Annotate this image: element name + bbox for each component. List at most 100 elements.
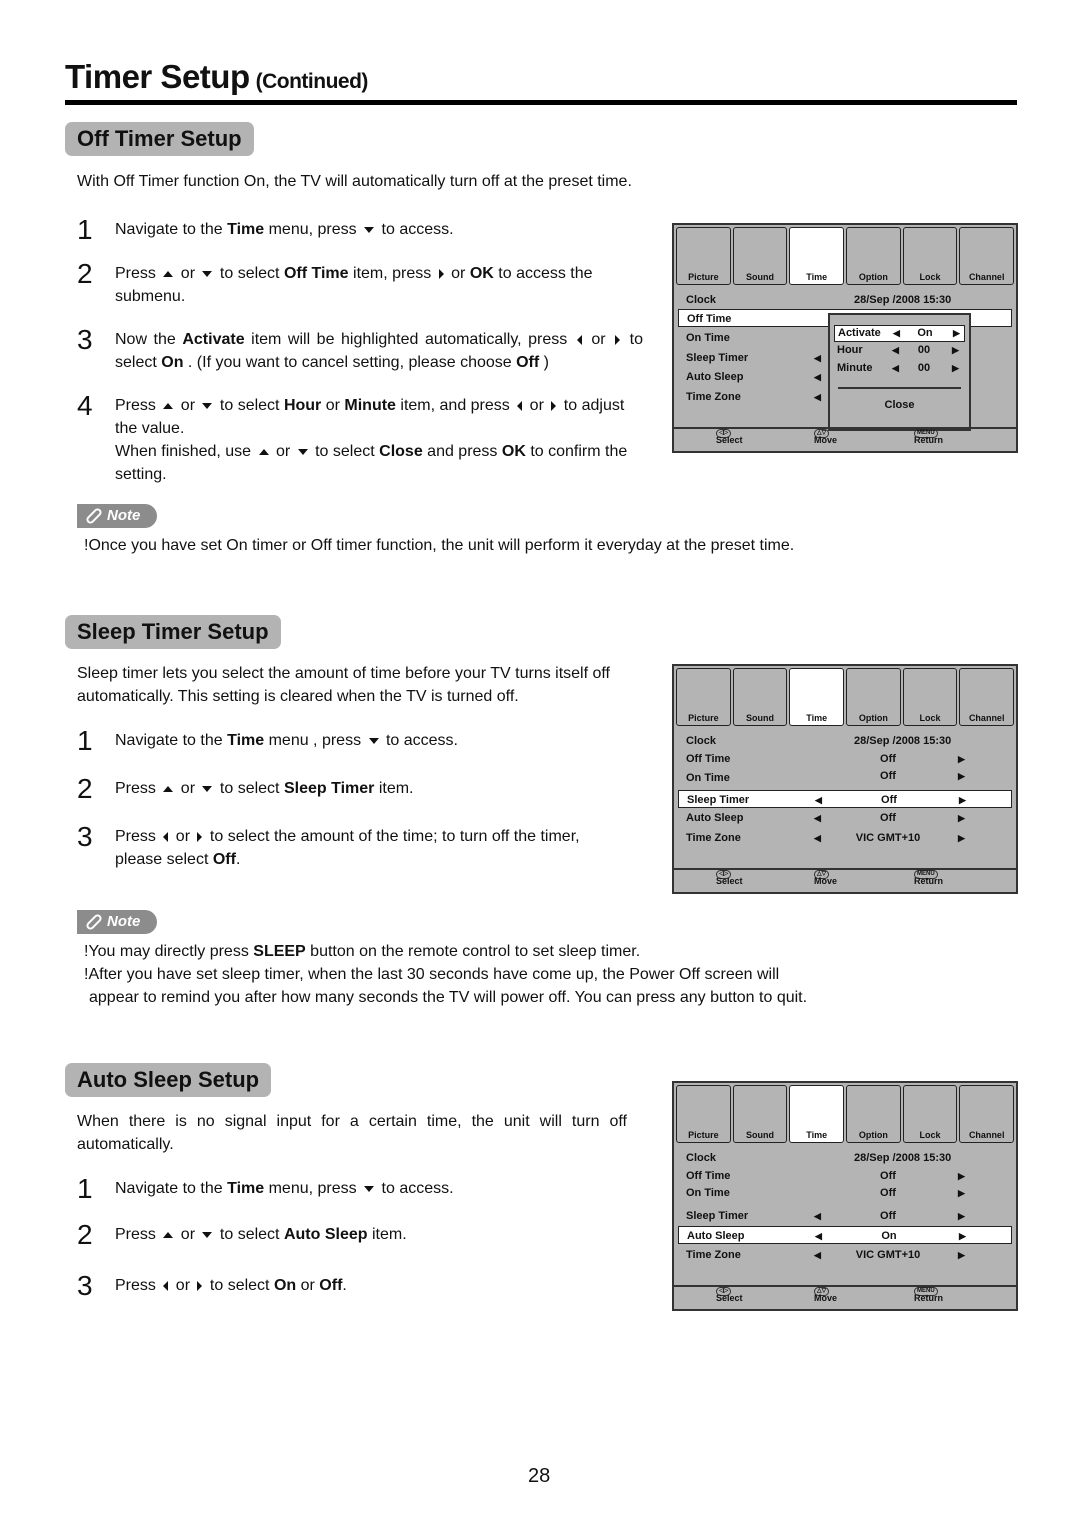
up-arrow-icon xyxy=(163,1231,174,1238)
tab-picture[interactable]: Picture xyxy=(676,668,731,726)
step-text: Press or to select Sleep Timer item. xyxy=(115,780,414,797)
off-timer-step-1: 1 Navigate to the Time menu, press to ac… xyxy=(65,216,655,244)
left-arrow-icon xyxy=(576,334,582,345)
down-arrow-icon xyxy=(202,402,213,409)
menu-row-time-zone[interactable]: Time Zone ◀ VIC GMT+10 ▶ xyxy=(678,1246,1012,1264)
left-arrow-icon xyxy=(163,1280,169,1291)
off-timer-step-3: 3 Now the Activate item will be highligh… xyxy=(65,326,655,374)
menu-row-auto-sleep[interactable]: Auto Sleep ◀ On ▶ xyxy=(678,1226,1012,1244)
tab-picture[interactable]: Picture xyxy=(676,1085,731,1143)
step-number: 2 xyxy=(77,258,93,289)
tab-channel[interactable]: Channel xyxy=(959,668,1015,726)
left-arrow-icon[interactable]: ◀ xyxy=(814,349,821,367)
page-title-suffix: (Continued) xyxy=(255,70,369,93)
tab-sound[interactable]: Sound xyxy=(732,227,788,285)
off-timer-step-4: 4 Press or to select Hour or Minute item… xyxy=(65,392,655,486)
tab-sound[interactable]: Sound xyxy=(732,668,788,726)
tab-channel[interactable]: Channel xyxy=(959,1085,1015,1143)
right-arrow-icon: ▶ xyxy=(958,754,965,764)
menu-row-clock[interactable]: Clock 28/Sep /2008 15:30 xyxy=(678,1149,1012,1167)
tab-option[interactable]: Option xyxy=(846,227,901,285)
page-title-text: Timer Setup xyxy=(65,58,250,95)
step-text: Press or to select Off Time item, press … xyxy=(115,265,593,305)
sleep-timer-step-3: 3 Press or to select the amount of the t… xyxy=(65,823,655,871)
step-number: 3 xyxy=(77,324,93,355)
menu-row-clock[interactable]: Clock 28/Sep /2008 15:30 xyxy=(678,291,1012,309)
step-number: 2 xyxy=(77,1219,93,1250)
menu-footer: ◁▷ Select △▽ Move MENU Return xyxy=(674,427,1016,451)
tab-option[interactable]: Option xyxy=(846,1085,901,1143)
submenu-close-button[interactable]: Close xyxy=(830,399,969,411)
left-arrow-icon: ◀ xyxy=(892,363,899,373)
tab-time[interactable]: Time xyxy=(789,1085,845,1143)
menu-row-on-time[interactable]: On Time Off ▶ xyxy=(678,767,1012,785)
off-time-submenu: Activate ◀ On ▶ Hour ◀ 00 ▶ Minute ◀ 00 ▶ Close xyxy=(828,313,971,431)
off-timer-note: !Once you have set On timer or Off timer… xyxy=(84,537,795,554)
sleep-timer-note-1: !You may directly press SLEEP button on … xyxy=(84,943,641,960)
right-arrow-icon xyxy=(438,268,444,279)
tab-picture[interactable]: Picture xyxy=(676,227,731,285)
right-arrow-icon: ▶ xyxy=(952,345,959,355)
auto-sleep-step-1: 1 Navigate to the Time menu, press to ac… xyxy=(65,1175,655,1203)
menu-row-clock[interactable]: Clock 28/Sep /2008 15:30 xyxy=(678,732,1012,750)
step-number: 1 xyxy=(77,214,93,245)
tv-menu-auto-sleep: Picture Sound Time Option Lock Channel C… xyxy=(672,1081,1018,1311)
tv-menu-sleep-timer: Picture Sound Time Option Lock Channel C… xyxy=(672,664,1018,894)
down-arrow-icon xyxy=(364,226,375,233)
sleep-timer-step-1: 1 Navigate to the Time menu , press to a… xyxy=(65,727,655,755)
tab-option[interactable]: Option xyxy=(846,668,901,726)
left-arrow-icon[interactable]: ◀ xyxy=(814,388,821,406)
menu-row-sleep-timer[interactable]: Sleep Timer ◀ Off ▶ xyxy=(678,790,1012,808)
note-badge: Note xyxy=(77,504,157,528)
menu-row-time-zone[interactable]: Time Zone ◀ VIC GMT+10 ▶ xyxy=(678,829,1012,847)
title-rule xyxy=(65,100,1017,105)
step-number: 3 xyxy=(77,821,93,852)
right-arrow-icon: ▶ xyxy=(953,328,960,338)
menu-row-off-time[interactable]: Off Time Off ▶ xyxy=(678,1167,1012,1185)
left-arrow-icon[interactable]: ◀ xyxy=(814,368,821,386)
left-arrow-icon: ◀ xyxy=(893,328,900,338)
submenu-row-minute[interactable]: Minute ◀ 00 ▶ xyxy=(834,361,965,378)
sleep-timer-intro: Sleep timer lets you select the amount o… xyxy=(77,665,610,705)
step-text: Press or to select the amount of the tim… xyxy=(115,828,580,868)
left-arrow-icon: ◀ xyxy=(892,345,899,355)
sleep-timer-step-2: 2 Press or to select Sleep Timer item. xyxy=(65,775,655,803)
submenu-row-hour[interactable]: Hour ◀ 00 ▶ xyxy=(834,343,965,360)
auto-sleep-intro: When there is no signal input for a cert… xyxy=(77,1113,627,1153)
right-arrow-icon xyxy=(615,334,621,345)
step-number: 4 xyxy=(77,390,93,421)
off-timer-step-2: 2 Press or to select Off Time item, pres… xyxy=(65,260,655,308)
step-number: 1 xyxy=(77,1173,93,1204)
right-arrow-icon: ▶ xyxy=(958,1171,965,1181)
off-timer-intro: With Off Timer function On, the TV will … xyxy=(77,173,632,190)
auto-sleep-heading: Auto Sleep Setup xyxy=(65,1063,272,1097)
tab-lock[interactable]: Lock xyxy=(902,1085,958,1143)
paperclip-icon xyxy=(84,506,104,526)
paperclip-icon xyxy=(84,912,104,932)
up-arrow-icon xyxy=(163,402,174,409)
up-arrow-icon xyxy=(258,448,269,455)
step-number: 2 xyxy=(77,773,93,804)
menu-row-off-time[interactable]: Off Time Off ▶ xyxy=(678,750,1012,768)
tab-channel[interactable]: Channel xyxy=(959,227,1015,285)
step-number: 3 xyxy=(77,1270,93,1301)
tab-sound[interactable]: Sound xyxy=(732,1085,788,1143)
sleep-timer-note-2-cont: appear to remind you after how many seco… xyxy=(89,989,808,1006)
menu-row-on-time[interactable]: On Time Off ▶ xyxy=(678,1184,1012,1202)
tv-menu-off-timer: Picture Sound Time Option Lock Channel C… xyxy=(672,223,1018,453)
up-arrow-icon xyxy=(163,785,174,792)
menu-row-auto-sleep[interactable]: Auto Sleep ◀ Off ▶ xyxy=(678,809,1012,827)
submenu-row-activate[interactable]: Activate ◀ On ▶ xyxy=(834,325,965,342)
menu-row-sleep-timer[interactable]: Sleep Timer ◀ Off ▶ xyxy=(678,1207,1012,1225)
off-timer-heading: Off Timer Setup xyxy=(65,122,254,156)
step-text: Navigate to the Time menu , press to acc… xyxy=(115,732,458,749)
down-arrow-icon xyxy=(368,737,379,744)
tab-lock[interactable]: Lock xyxy=(902,227,958,285)
up-arrow-icon xyxy=(163,270,174,277)
tab-lock[interactable]: Lock xyxy=(902,668,958,726)
right-arrow-icon: ▶ xyxy=(959,1231,966,1241)
tab-time[interactable]: Time xyxy=(789,668,845,726)
page-number: 28 xyxy=(528,1465,551,1487)
tab-time[interactable]: Time xyxy=(789,227,845,285)
step-text: Navigate to the Time menu, press to acce… xyxy=(115,1180,454,1197)
